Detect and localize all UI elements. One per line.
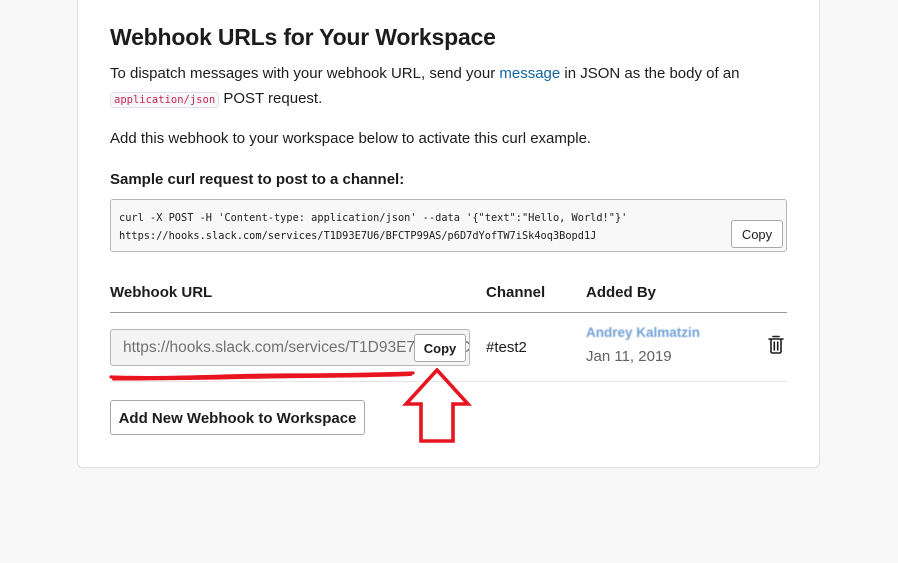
webhook-url-field[interactable]: https://hooks.slack.com/services/T1D93E7… <box>110 329 470 366</box>
annotation-underline <box>109 371 415 381</box>
webhook-description: To dispatch messages with your webhook U… <box>110 61 790 113</box>
table-header-divider <box>110 312 787 313</box>
curl-code: curl -X POST -H 'Content-type: applicati… <box>119 209 627 245</box>
channel-name: #test2 <box>486 339 527 356</box>
add-new-webhook-button[interactable]: Add New Webhook to Workspace <box>110 400 365 435</box>
column-header-webhook-url: Webhook URL <box>110 284 213 301</box>
curl-line-2: https://hooks.slack.com/services/T1D93E7… <box>119 230 597 242</box>
page-title: Webhook URLs for Your Workspace <box>110 24 496 50</box>
copy-curl-button[interactable]: Copy <box>731 220 783 248</box>
column-header-added-by: Added By <box>586 284 657 301</box>
copy-webhook-url-button[interactable]: Copy <box>414 334 466 362</box>
content-type-code: application/json <box>110 92 220 108</box>
trash-icon[interactable] <box>767 334 785 354</box>
added-by-user: Andrey Kalmatzin <box>586 325 701 340</box>
added-date: Jan 11, 2019 <box>586 348 672 365</box>
message-link[interactable]: message <box>499 65 560 82</box>
curl-section-title: Sample curl request to post to a channel… <box>110 171 405 188</box>
activate-hint: Add this webhook to your workspace below… <box>110 130 592 147</box>
column-header-channel: Channel <box>486 284 546 301</box>
desc-text-3: POST request. <box>219 90 323 107</box>
desc-text-2: in JSON as the body of an <box>560 65 740 82</box>
desc-text-1: To dispatch messages with your webhook U… <box>110 65 500 82</box>
curl-line-1: curl -X POST -H 'Content-type: applicati… <box>119 212 628 224</box>
annotation-arrow-icon <box>402 368 472 443</box>
curl-example-box: curl -X POST -H 'Content-type: applicati… <box>110 199 787 252</box>
